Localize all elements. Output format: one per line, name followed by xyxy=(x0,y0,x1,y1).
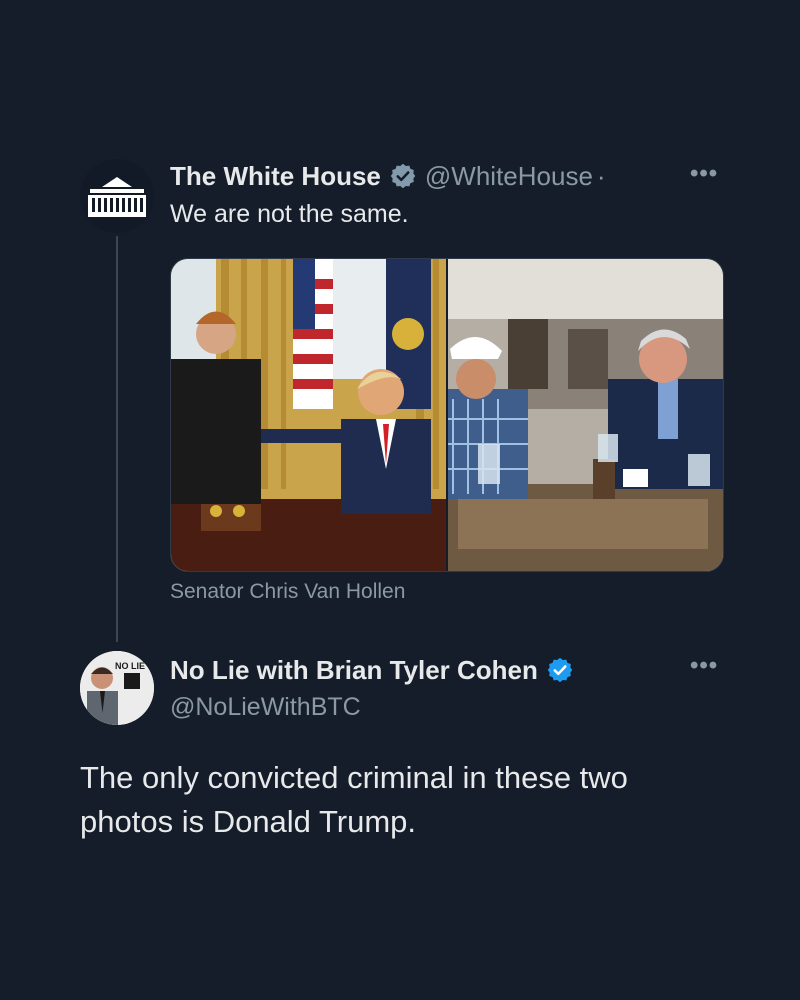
svg-text:NO LIE: NO LIE xyxy=(115,661,145,671)
blue-verified-badge-icon[interactable] xyxy=(546,656,574,684)
thread-connector-line xyxy=(116,236,118,642)
brian-tyler-cohen-avatar[interactable]: NO LIE xyxy=(80,651,154,725)
author-handle[interactable]: @NoLieWithBTC xyxy=(170,693,361,722)
tweet-media-grid[interactable] xyxy=(170,258,724,572)
header-separator: · xyxy=(596,160,606,191)
white-house-avatar[interactable] xyxy=(80,159,154,233)
gray-verified-badge-icon[interactable] xyxy=(389,162,417,190)
media-caption: Senator Chris Van Hollen xyxy=(170,580,406,603)
author-name[interactable]: No Lie with Brian Tyler Cohen xyxy=(170,655,538,686)
author-handle[interactable]: @WhiteHouse xyxy=(425,161,593,192)
restaurant-meeting-photo[interactable] xyxy=(448,259,723,571)
white-house-logo-icon xyxy=(80,159,154,233)
quoted-tweet-text: We are not the same. xyxy=(170,200,409,228)
author-name[interactable]: The White House xyxy=(170,161,381,192)
quoted-tweet-header: The White House @WhiteHouse · xyxy=(170,158,606,194)
reply-tweet-text: The only convicted criminal in these two… xyxy=(80,760,628,839)
reply-tweet-header: No Lie with Brian Tyler Cohen xyxy=(170,652,574,688)
more-options-icon[interactable]: ••• xyxy=(690,652,718,680)
more-options-icon[interactable]: ••• xyxy=(690,160,718,188)
oval-office-photo[interactable] xyxy=(171,259,446,571)
